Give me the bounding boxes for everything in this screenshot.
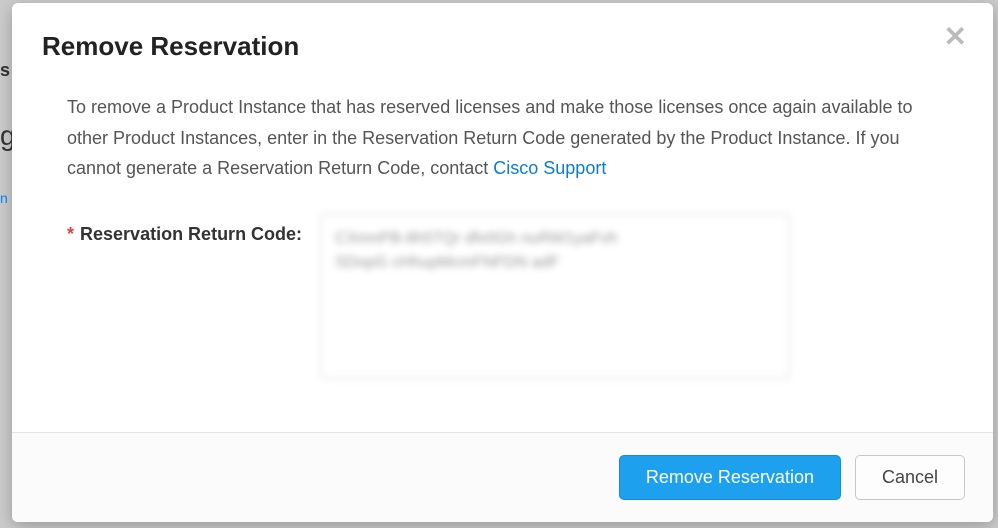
remove-reservation-button[interactable]: Remove Reservation [619, 455, 841, 500]
field-label-container: * Reservation Return Code: [67, 214, 302, 245]
modal-header: Remove Reservation ✕ [12, 3, 993, 82]
modal-footer: Remove Reservation Cancel [12, 432, 993, 522]
modal-title: Remove Reservation [42, 31, 953, 62]
description-text: To remove a Product Instance that has re… [67, 97, 913, 178]
backdrop-letter-s: s [0, 60, 10, 81]
modal-body: To remove a Product Instance that has re… [12, 82, 993, 432]
return-code-label: Reservation Return Code: [80, 224, 302, 245]
cisco-support-link[interactable]: Cisco Support [493, 158, 606, 178]
return-code-input[interactable]: CXmnPB-8h5TQr dfx0Gh nuRW1yaFvh SDopG cH… [320, 214, 790, 379]
close-icon[interactable]: ✕ [944, 23, 967, 51]
cancel-button[interactable]: Cancel [855, 455, 965, 500]
modal-description: To remove a Product Instance that has re… [67, 92, 938, 184]
required-asterisk: * [67, 224, 74, 245]
remove-reservation-modal: Remove Reservation ✕ To remove a Product… [12, 3, 993, 522]
return-code-row: * Reservation Return Code: CXmnPB-8h5TQr… [67, 214, 938, 379]
backdrop-letter-n: n [0, 190, 8, 206]
